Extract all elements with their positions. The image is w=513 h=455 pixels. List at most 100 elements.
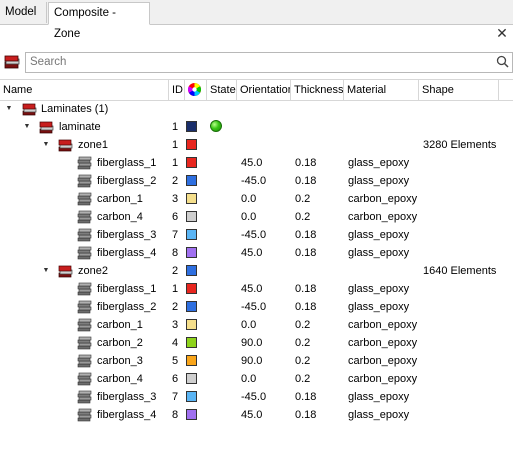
tree-label: fiberglass_2 <box>97 301 157 313</box>
header-name[interactable]: Name <box>0 80 169 100</box>
shape-value: 3280 Elements <box>423 139 497 151</box>
header-thickness[interactable]: Thickness <box>291 80 344 100</box>
color-wheel-icon <box>188 83 201 96</box>
tree-row-ply[interactable]: fiberglass_2 2 -45.0 0.18 glass_epoxy <box>0 172 513 190</box>
tree-row-laminate[interactable]: ▼ laminate 1 <box>0 118 513 136</box>
color-swatch[interactable] <box>186 355 197 366</box>
tree-row-ply[interactable]: fiberglass_1 1 45.0 0.18 glass_epoxy <box>0 154 513 172</box>
expand-toggle-icon[interactable]: ▼ <box>22 118 32 136</box>
orientation-value: 0.0 <box>241 193 257 205</box>
search-row <box>0 50 513 74</box>
color-swatch[interactable] <box>186 301 197 312</box>
color-swatch[interactable] <box>186 247 197 258</box>
orientation-value: -45.0 <box>241 391 267 403</box>
color-swatch[interactable] <box>186 139 197 150</box>
tree-row-ply[interactable]: fiberglass_4 8 45.0 0.18 glass_epoxy <box>0 244 513 262</box>
ply-icon <box>77 354 92 368</box>
tree-row-ply[interactable]: fiberglass_4 8 45.0 0.18 glass_epoxy <box>0 406 513 424</box>
color-swatch[interactable] <box>186 373 197 384</box>
laminate-tool-icon[interactable] <box>3 53 21 71</box>
material-value: carbon_epoxy <box>348 373 418 385</box>
id-value: 6 <box>172 373 179 385</box>
expand-toggle-icon[interactable]: ▼ <box>41 262 51 280</box>
tree-row-ply[interactable]: carbon_4 6 0.0 0.2 carbon_epoxy <box>0 208 513 226</box>
header-material[interactable]: Material <box>344 80 419 100</box>
search-input[interactable] <box>26 53 485 70</box>
thickness-value: 0.18 <box>295 175 317 187</box>
header-shape[interactable]: Shape <box>419 80 499 100</box>
expand-toggle-icon[interactable]: ▼ <box>4 100 14 118</box>
tree-row-zone[interactable]: ▼ zone2 2 1640 Elements <box>0 262 513 280</box>
id-value: 7 <box>172 391 179 403</box>
ply-icon <box>77 336 92 350</box>
shape-value: 1640 Elements <box>423 265 497 277</box>
tree-label: zone1 <box>78 139 108 151</box>
thickness-value: 0.2 <box>295 373 311 385</box>
thickness-value: 0.18 <box>295 409 317 421</box>
orientation-value: -45.0 <box>241 229 267 241</box>
tab-composite-zone[interactable]: Composite - Zone <box>48 2 150 40</box>
ply-icon <box>77 156 92 170</box>
tab-model[interactable]: Model <box>0 2 47 23</box>
color-swatch[interactable] <box>186 283 197 294</box>
search-box[interactable] <box>25 52 513 73</box>
color-swatch[interactable] <box>186 121 197 132</box>
header-color[interactable] <box>185 80 207 100</box>
search-icon[interactable] <box>496 55 509 68</box>
ply-icon <box>77 372 92 386</box>
ply-icon <box>77 210 92 224</box>
orientation-value: 90.0 <box>241 355 263 367</box>
tree-label: fiberglass_1 <box>97 157 157 169</box>
tree-label: fiberglass_2 <box>97 175 157 187</box>
thickness-value: 0.2 <box>295 337 311 349</box>
material-value: glass_epoxy <box>348 301 410 313</box>
thickness-value: 0.2 <box>295 211 311 223</box>
tree-label: zone2 <box>78 265 108 277</box>
ply-icon <box>77 318 92 332</box>
tree-row-ply[interactable]: fiberglass_1 1 45.0 0.18 glass_epoxy <box>0 280 513 298</box>
header-id[interactable]: ID <box>169 80 185 100</box>
header-orientation[interactable]: Orientation <box>237 80 291 100</box>
tree-label: carbon_4 <box>97 211 143 223</box>
tab-strip: Model Composite - Zone <box>0 0 513 40</box>
color-swatch[interactable] <box>186 175 197 186</box>
tree-row-ply[interactable]: carbon_1 3 0.0 0.2 carbon_epoxy <box>0 316 513 334</box>
tree-row-ply[interactable]: carbon_4 6 0.0 0.2 carbon_epoxy <box>0 370 513 388</box>
id-value: 2 <box>172 265 179 277</box>
tree-row-laminates[interactable]: ▼ Laminates (1) <box>0 100 513 118</box>
color-swatch[interactable] <box>186 319 197 330</box>
tree-label: fiberglass_1 <box>97 283 157 295</box>
thickness-value: 0.2 <box>295 355 311 367</box>
thickness-value: 0.2 <box>295 193 311 205</box>
material-value: glass_epoxy <box>348 391 410 403</box>
close-icon[interactable]: ✕ <box>495 26 509 40</box>
ply-icon <box>77 390 92 404</box>
orientation-value: -45.0 <box>241 175 267 187</box>
tree-label: carbon_2 <box>97 337 143 349</box>
state-active-icon[interactable] <box>210 120 222 132</box>
color-swatch[interactable] <box>186 265 197 276</box>
thickness-value: 0.18 <box>295 229 317 241</box>
ply-icon <box>77 408 92 422</box>
color-swatch[interactable] <box>186 409 197 420</box>
tree-row-ply[interactable]: fiberglass_3 7 -45.0 0.18 glass_epoxy <box>0 388 513 406</box>
color-swatch[interactable] <box>186 391 197 402</box>
tree-row-ply[interactable]: fiberglass_2 2 -45.0 0.18 glass_epoxy <box>0 298 513 316</box>
tree-row-ply[interactable]: carbon_1 3 0.0 0.2 carbon_epoxy <box>0 190 513 208</box>
tree-row-ply[interactable]: fiberglass_3 7 -45.0 0.18 glass_epoxy <box>0 226 513 244</box>
id-value: 8 <box>172 247 179 259</box>
tree-row-zone[interactable]: ▼ zone1 1 3280 Elements <box>0 136 513 154</box>
color-swatch[interactable] <box>186 193 197 204</box>
id-value: 5 <box>172 355 179 367</box>
expand-toggle-icon[interactable]: ▼ <box>41 136 51 154</box>
laminate-tree: ▼ Laminates (1) ▼ laminate 1 ▼ zone1 1 3280 Elem… <box>0 100 513 424</box>
header-state[interactable]: State <box>207 80 237 100</box>
tree-row-ply[interactable]: carbon_2 4 90.0 0.2 carbon_epoxy <box>0 334 513 352</box>
color-swatch[interactable] <box>186 337 197 348</box>
color-swatch[interactable] <box>186 211 197 222</box>
orientation-value: 0.0 <box>241 373 257 385</box>
tree-row-ply[interactable]: carbon_3 5 90.0 0.2 carbon_epoxy <box>0 352 513 370</box>
tree-label: carbon_4 <box>97 373 143 385</box>
color-swatch[interactable] <box>186 157 197 168</box>
color-swatch[interactable] <box>186 229 197 240</box>
